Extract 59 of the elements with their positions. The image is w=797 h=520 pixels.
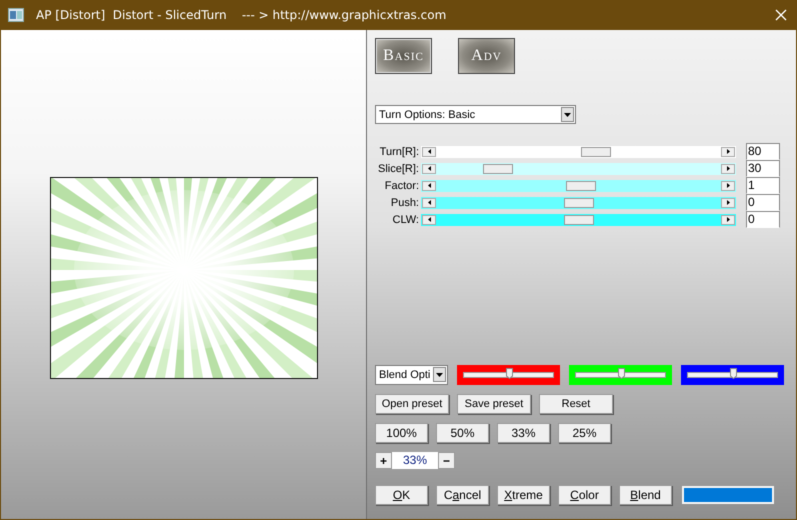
slider-thumb[interactable] xyxy=(564,198,594,208)
zoom-button[interactable]: 25% xyxy=(558,423,611,443)
color-slider[interactable] xyxy=(457,364,560,384)
scroll-left-icon[interactable] xyxy=(422,198,436,208)
value-field[interactable]: 30 xyxy=(746,160,780,177)
slider-thumb[interactable] xyxy=(618,368,624,378)
mode-tab[interactable]: Basic xyxy=(375,38,432,74)
color-slider[interactable] xyxy=(681,364,784,384)
zoom-out-button[interactable]: − xyxy=(438,452,455,469)
color-swatch[interactable] xyxy=(682,486,774,504)
scroll-right-icon[interactable] xyxy=(721,164,735,174)
slider-label: CLW: xyxy=(392,214,420,226)
blend-dropdown[interactable]: Blend Opti xyxy=(375,364,448,384)
close-icon[interactable] xyxy=(775,9,787,21)
zoom-button[interactable]: 33% xyxy=(497,423,550,443)
slider-label: Push: xyxy=(390,196,420,208)
action-button[interactable]: Xtreme xyxy=(497,485,550,505)
action-button[interactable]: OK xyxy=(375,485,428,505)
slider-thumb[interactable] xyxy=(581,146,612,156)
zoom-button[interactable]: 100% xyxy=(375,423,428,443)
value-field[interactable]: 1 xyxy=(746,177,780,194)
slider-label: Turn[R]: xyxy=(378,146,420,158)
window-title: AP [Distort] Distort - SlicedTurn --- > http://www.graphicxtras.com xyxy=(36,8,448,22)
slider-thumb[interactable] xyxy=(482,164,513,174)
scroll-right-icon[interactable] xyxy=(721,214,735,224)
options-dropdown[interactable]: Turn Options: Basic xyxy=(375,105,576,124)
value-field[interactable]: 0 xyxy=(746,194,780,211)
slider-thumb[interactable] xyxy=(730,368,736,378)
slider-track[interactable] xyxy=(421,214,736,226)
scroll-right-icon[interactable] xyxy=(721,146,735,156)
window-icon xyxy=(8,8,24,22)
preset-button[interactable]: Open preset xyxy=(375,394,449,414)
value-field[interactable]: 80 xyxy=(746,143,780,160)
slider-thumb[interactable] xyxy=(506,368,512,378)
zoom-in-button[interactable]: + xyxy=(375,452,392,469)
color-slider[interactable] xyxy=(569,364,672,384)
scroll-right-icon[interactable] xyxy=(721,180,735,190)
slider-track[interactable] xyxy=(421,146,736,158)
action-button[interactable]: Cancel xyxy=(436,485,489,505)
scroll-right-icon[interactable] xyxy=(721,198,735,208)
slider-thumb[interactable] xyxy=(564,214,594,224)
value-field[interactable]: 0 xyxy=(746,211,780,228)
slider-track[interactable] xyxy=(421,180,736,192)
slider-label: Factor: xyxy=(384,180,420,192)
action-button[interactable]: Color xyxy=(558,485,611,505)
scroll-left-icon[interactable] xyxy=(422,180,436,190)
preset-button[interactable]: Reset xyxy=(539,394,613,414)
scroll-left-icon[interactable] xyxy=(422,164,436,174)
mode-tab[interactable]: Adv xyxy=(458,38,515,74)
slider-label: Slice[R]: xyxy=(377,162,420,174)
zoom-field[interactable]: 33% xyxy=(392,452,438,469)
scroll-left-icon[interactable] xyxy=(422,146,436,156)
preset-button[interactable]: Save preset xyxy=(457,394,531,414)
slider-thumb[interactable] xyxy=(566,180,596,190)
slider-track[interactable] xyxy=(421,162,736,174)
scroll-left-icon[interactable] xyxy=(422,214,436,224)
zoom-button[interactable]: 50% xyxy=(436,423,489,443)
action-button[interactable]: Blend xyxy=(619,485,672,505)
slider-track[interactable] xyxy=(421,196,736,208)
